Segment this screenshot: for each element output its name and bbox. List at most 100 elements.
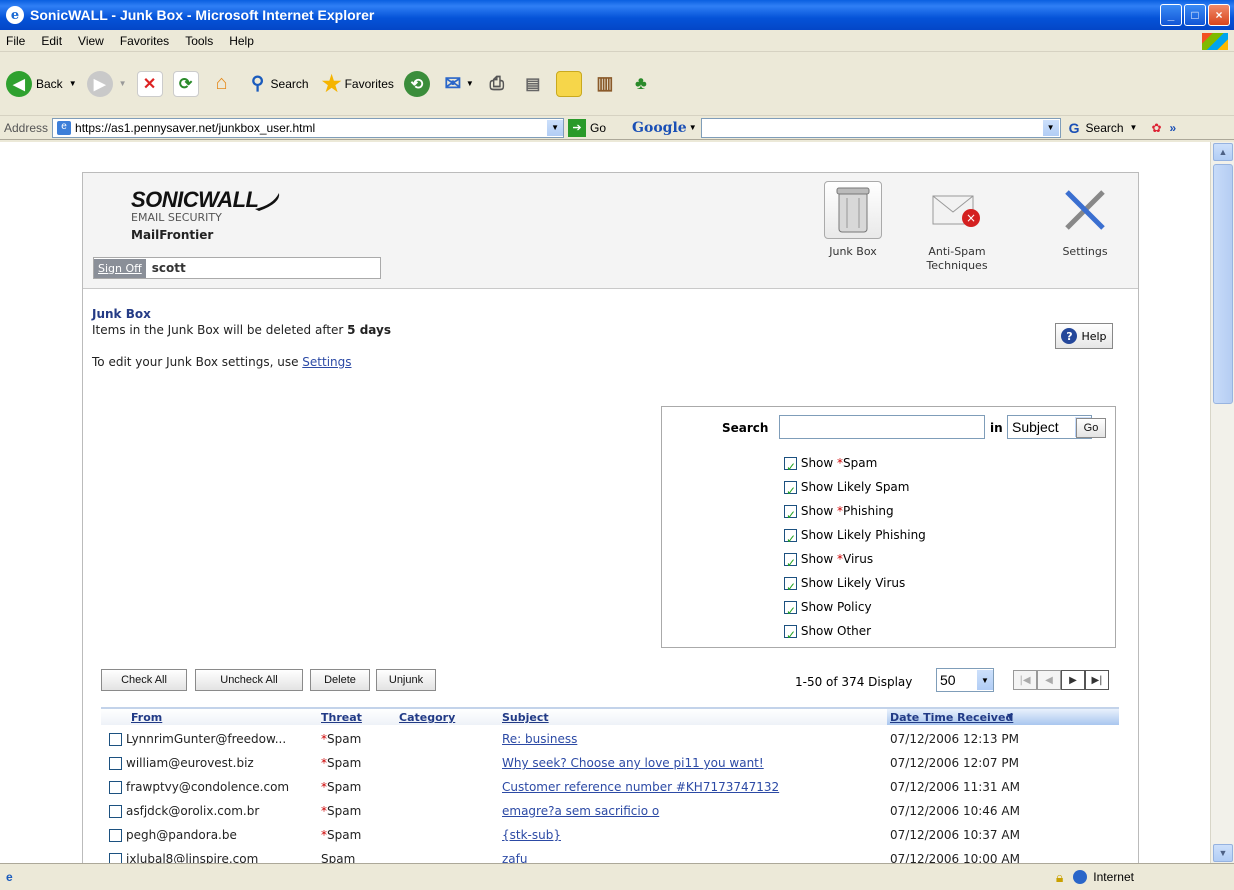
favorites-button[interactable]: ★ Favorites [319,71,394,97]
row-checkbox[interactable] [109,756,122,770]
delete-button[interactable]: Delete [310,669,370,691]
scroll-down-icon[interactable]: ▼ [1213,844,1233,862]
junkbox-title: Junk Box [92,307,151,321]
mail-icon[interactable]: ✉ [440,71,466,97]
search-label: Search [270,76,309,91]
more-chevron-icon[interactable]: » [1170,121,1177,135]
row-checkbox[interactable] [109,852,122,863]
help-button[interactable]: ? Help [1055,323,1113,349]
home-icon[interactable]: ⌂ [209,71,235,97]
minimize-button[interactable]: _ [1160,4,1182,26]
menu-edit[interactable]: Edit [41,34,62,48]
vertical-scrollbar[interactable]: ▲ ▼ [1210,142,1234,863]
menu-file[interactable]: File [6,34,25,48]
filter-likely-virus-checkbox[interactable] [784,575,797,599]
edit-icon[interactable]: ▤ [520,71,546,97]
uncheck-all-button[interactable]: Uncheck All [195,669,303,691]
svg-text:×: × [966,211,976,225]
stop-icon[interactable]: ✕ [136,70,163,97]
scroll-up-icon[interactable]: ▲ [1213,143,1233,161]
row-checkbox[interactable] [109,804,122,818]
menu-favorites[interactable]: Favorites [120,34,169,48]
row-subject-link[interactable]: {stk-sub} [502,828,561,842]
research-icon[interactable]: ▥ [592,71,618,97]
col-from[interactable]: From [131,711,162,724]
filter-policy-checkbox[interactable] [784,599,797,623]
google-logo[interactable]: Google [632,120,687,136]
notes-icon[interactable] [555,70,582,97]
first-page-icon[interactable]: |◀ [1013,670,1037,690]
row-from: asfjdck@orolix.com.br [126,804,260,818]
maximize-button[interactable]: □ [1184,4,1206,26]
filter-spam-checkbox[interactable] [784,455,797,479]
nav-junkbox[interactable]: Junk Box [813,181,893,259]
filter-other-checkbox[interactable] [784,623,797,647]
address-input[interactable]: e https://as1.pennysaver.net/junkbox_use… [52,117,565,138]
google-input-dropdown-icon[interactable]: ▼ [1042,119,1059,136]
address-dropdown-icon[interactable]: ▼ [547,119,564,136]
row-date: 07/12/2006 12:07 PM [890,756,1019,770]
search-input[interactable] [779,415,985,439]
filter-likely-phishing[interactable]: Show Likely Phishing [784,523,926,551]
menu-help[interactable]: Help [229,34,254,48]
filter-virus-checkbox[interactable] [784,551,797,575]
google-dropdown-icon[interactable]: ▼ [689,123,697,132]
row-subject-link[interactable]: Re: business [502,732,577,746]
filter-other[interactable]: Show Other [784,619,926,647]
filter-policy[interactable]: Show Policy [784,595,926,623]
menu-tools[interactable]: Tools [185,34,213,48]
row-subject-link[interactable]: emagre?a sem sacrificio o [502,804,659,818]
signoff-link[interactable]: Sign Off [94,258,146,278]
google-search-button[interactable]: Search [1086,121,1124,135]
scroll-thumb[interactable] [1213,164,1233,404]
forward-dropdown-icon[interactable]: ▼ [119,79,127,88]
google-search-dropdown-icon[interactable]: ▼ [1130,123,1138,132]
row-checkbox[interactable] [109,732,122,746]
per-page-select[interactable]: 50 ▼ [936,668,994,692]
per-page-value: 50 [940,672,956,688]
refresh-icon[interactable]: ⟳ [172,70,199,97]
row-checkbox[interactable] [109,780,122,794]
row-subject-link[interactable]: Why seek? Choose any love pi11 you want! [502,756,764,770]
next-page-icon[interactable]: ▶ [1061,670,1085,690]
settings-link[interactable]: Settings [302,355,351,369]
google-search-input[interactable]: ▼ [700,117,1061,138]
page-status-icon: e [6,870,13,884]
filter-likely-virus[interactable]: Show Likely Virus [784,571,926,599]
nav-antispam[interactable]: × Anti-Spam Techniques [917,181,997,273]
col-date[interactable]: Date Time Received [890,711,1013,724]
filter-virus[interactable]: Show *Virus [784,547,926,575]
filter-spam[interactable]: Show *Spam [784,451,926,479]
history-icon[interactable]: ⟲ [403,70,430,97]
filter-likely-spam[interactable]: Show Likely Spam [784,475,926,503]
col-category[interactable]: Category [399,711,455,724]
row-subject-link[interactable]: Customer reference number #KH7173747132 [502,780,779,794]
filter-likely-phishing-checkbox[interactable] [784,527,797,551]
menu-view[interactable]: View [78,34,104,48]
back-dropdown-icon[interactable]: ▼ [69,79,77,88]
last-page-icon[interactable]: ▶| [1085,670,1109,690]
search-button[interactable]: ⚲ Search [245,71,309,97]
go-arrow-icon[interactable]: ➔ [568,118,587,137]
unjunk-button[interactable]: Unjunk [376,669,436,691]
go-button[interactable]: Go [590,121,606,135]
row-subject-link[interactable]: zafu [502,852,527,863]
close-button[interactable]: × [1208,4,1230,26]
row-checkbox[interactable] [109,828,122,842]
messenger-icon[interactable]: ♣ [628,71,654,97]
col-threat[interactable]: Threat [321,711,362,724]
filter-phishing[interactable]: Show *Phishing [784,499,926,527]
filter-likely-spam-checkbox[interactable] [784,479,797,503]
prev-page-icon[interactable]: ◀ [1037,670,1061,690]
search-go-button[interactable]: Go [1076,418,1106,438]
back-button[interactable]: ◀ Back ▼ [6,70,77,97]
row-from: jxlubal8@linspire.com [126,852,259,863]
forward-button[interactable]: ▶ ▼ [86,70,127,97]
check-all-button[interactable]: Check All [101,669,187,691]
col-subject[interactable]: Subject [502,711,549,724]
print-icon[interactable]: ⎙ [484,71,510,97]
favorites-star-icon: ★ [321,70,342,96]
filter-phishing-checkbox[interactable] [784,503,797,527]
nav-settings[interactable]: Settings [1045,181,1125,259]
extension-icon[interactable]: ✿ [1151,121,1161,135]
